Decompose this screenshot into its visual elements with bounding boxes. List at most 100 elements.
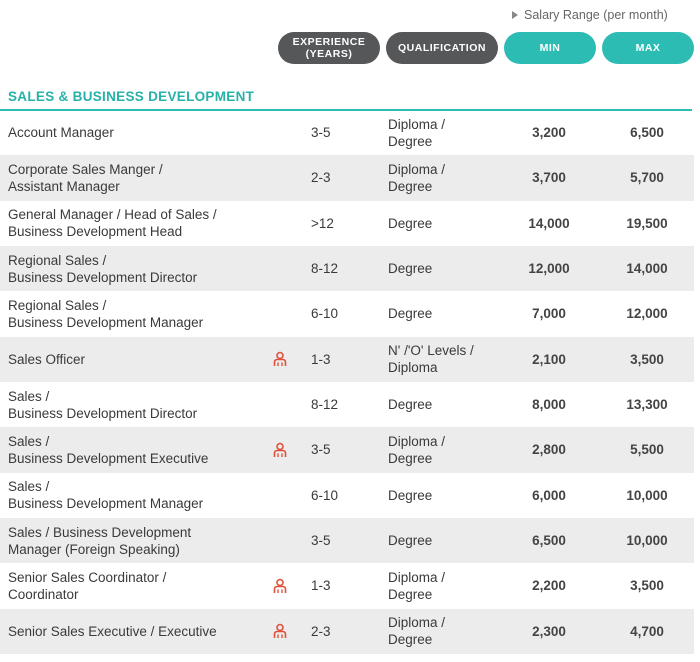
qualification-header-label: QUALIFICATION	[398, 42, 486, 54]
min-salary: 6,000	[532, 487, 566, 503]
experience-value: 1-3	[311, 578, 331, 594]
table-row: Senior Sales Coordinator / Coordinator 1-3…	[0, 563, 694, 608]
qualification-line1: Diploma /	[388, 116, 446, 132]
max-salary: 6,500	[630, 125, 664, 141]
experience-column-header: EXPERIENCE (YEARS)	[278, 32, 380, 64]
job-title-line2: Business Development Executive	[8, 450, 209, 466]
job-title: Sales / Business Development Executive	[8, 427, 270, 472]
qualification-value: Diploma / Degree	[388, 427, 498, 472]
job-title: Regional Sales / Business Development Man…	[8, 291, 270, 336]
experience-value: >12	[311, 215, 334, 231]
job-title-line2: Assistant Manager	[8, 178, 120, 194]
job-title-line1: Account Manager	[8, 125, 114, 141]
min-column-header: MIN	[504, 32, 596, 64]
job-title: Regional Sales / Business Development Dir…	[8, 246, 270, 291]
min-salary: 3,200	[532, 125, 566, 141]
qualification-line1: Degree	[388, 533, 433, 549]
job-title-line1: Sales /	[8, 388, 50, 404]
table-row: Sales / Business Development Executive 3-5…	[0, 427, 694, 473]
qualification-line2: Degree	[388, 450, 433, 466]
table-row: Sales / Business Development Manager 6-10 D…	[0, 473, 694, 518]
job-title-line1: Sales /	[8, 479, 50, 495]
qualification-line1: Degree	[388, 397, 433, 413]
max-column-header: MAX	[602, 32, 694, 64]
min-salary: 7,000	[532, 306, 566, 322]
person-icon	[273, 578, 287, 593]
max-salary: 5,700	[630, 170, 664, 186]
triangle-right-icon	[512, 11, 518, 19]
job-title-line1: Regional Sales /	[8, 297, 107, 313]
qualification-line1: Diploma /	[388, 615, 446, 631]
qualification-line1: Degree	[388, 306, 433, 322]
job-title-line2: Manager (Foreign Speaking)	[8, 541, 180, 557]
experience-value: 3-5	[311, 533, 331, 549]
experience-value: 8-12	[311, 261, 339, 277]
qualification-line2: Degree	[388, 178, 433, 194]
experience-value: 2-3	[311, 170, 331, 186]
table-row: Sales Officer 1-3 N' /'O' Levels / Diploma 2…	[0, 336, 694, 382]
experience-header-line1: EXPERIENCE	[292, 36, 366, 48]
job-title: Senior Sales Coordinator / Coordinator	[8, 563, 270, 608]
table-row: Regional Sales / Business Development Man…	[0, 291, 694, 336]
max-salary: 4,700	[630, 623, 664, 639]
max-salary: 13,300	[626, 397, 668, 413]
qualification-value: Degree	[388, 382, 498, 427]
experience-value: 3-5	[311, 442, 331, 458]
job-title: Sales / Business Development Manager	[8, 473, 270, 518]
min-salary: 3,700	[532, 170, 566, 186]
experience-value: 6-10	[311, 306, 339, 322]
min-salary: 2,100	[532, 351, 566, 367]
max-salary: 19,500	[626, 215, 668, 231]
min-header-label: MIN	[539, 42, 561, 54]
experience-value: 6-10	[311, 487, 339, 503]
job-title-line1: Regional Sales /	[8, 252, 107, 268]
min-salary: 12,000	[528, 261, 570, 277]
max-salary: 12,000	[626, 306, 668, 322]
qualification-value: Degree	[388, 291, 498, 336]
job-title-line1: Sales / Business Development	[8, 524, 192, 540]
person-icon	[273, 623, 287, 639]
qualification-value: Degree	[388, 473, 498, 518]
job-title: Sales / Business Development Director	[8, 382, 270, 427]
job-title-line1: Senior Sales Coordinator /	[8, 569, 167, 585]
section-title: SALES & BUSINESS DEVELOPMENT	[8, 89, 255, 104]
min-salary: 2,800	[532, 442, 566, 458]
qualification-line1: Degree	[388, 261, 433, 277]
person-icon	[273, 442, 287, 457]
job-title-line2: Coordinator	[8, 586, 79, 602]
qualification-value: N' /'O' Levels / Diploma	[388, 337, 498, 382]
experience-header-line2: (YEARS)	[305, 48, 353, 60]
job-title: Sales Officer	[8, 337, 270, 382]
qualification-line2: Degree	[388, 133, 433, 149]
table-row: Regional Sales / Business Development Dir…	[0, 245, 694, 292]
job-title-line2: Business Development Head	[8, 224, 183, 240]
job-title-line2: Business Development Manager	[8, 314, 204, 330]
person-icon-cell	[270, 609, 290, 654]
qualification-line1: Degree	[388, 487, 433, 503]
salary-table: Account Manager 3-5 Diploma / Degree 3,200 6,…	[0, 110, 694, 654]
job-title-line1: General Manager / Head of Sales /	[8, 207, 217, 223]
table-row: Senior Sales Executive / Executive 2-3 Dip…	[0, 608, 694, 654]
experience-value: 2-3	[311, 623, 331, 639]
table-row: Sales / Business Development Director 8-12…	[0, 382, 694, 427]
person-icon-cell	[270, 563, 290, 608]
job-title-line1: Sales Officer	[8, 351, 86, 367]
job-title-line1: Corporate Sales Manger /	[8, 161, 163, 177]
qualification-column-header: QUALIFICATION	[386, 32, 498, 64]
qualification-line1: Degree	[388, 215, 433, 231]
job-title: Sales / Business Development Manager (For…	[8, 518, 270, 563]
job-title: General Manager / Head of Sales / Busines…	[8, 201, 270, 246]
job-title-line1: Sales /	[8, 433, 50, 449]
job-title-line2: Business Development Manager	[8, 496, 204, 512]
person-icon-cell	[270, 427, 290, 472]
min-salary: 14,000	[528, 215, 570, 231]
min-salary: 6,500	[532, 533, 566, 549]
table-row: Corporate Sales Manger / Assistant Manage…	[0, 155, 694, 201]
table-row: Account Manager 3-5 Diploma / Degree 3,200 6,…	[0, 110, 694, 155]
table-row: General Manager / Head of Sales / Busines…	[0, 201, 694, 246]
job-title: Corporate Sales Manger / Assistant Manage…	[8, 155, 270, 200]
qualification-value: Diploma / Degree	[388, 155, 498, 200]
max-salary: 10,000	[626, 533, 668, 549]
max-salary: 14,000	[626, 261, 668, 277]
job-title-line2: Business Development Director	[8, 269, 198, 285]
